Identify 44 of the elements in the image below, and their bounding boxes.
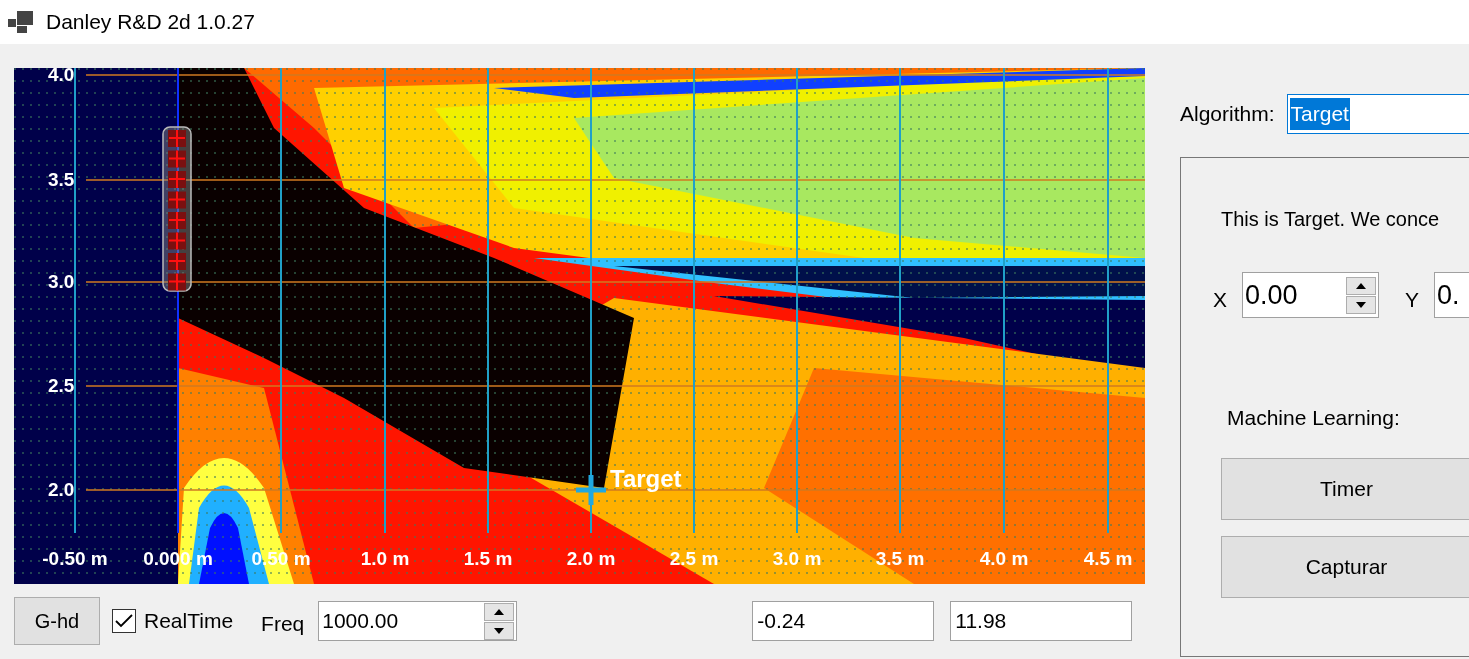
y-axis-label: 2.0 xyxy=(48,480,75,499)
spin-down-button[interactable] xyxy=(484,621,515,640)
g-hd-button[interactable]: G-hd xyxy=(14,597,100,645)
algorithm-field[interactable]: Target xyxy=(1286,94,1469,134)
x-axis-label: 2.5 m xyxy=(669,549,719,568)
x-axis-label: -0.50 m xyxy=(42,549,108,568)
coordinate-field[interactable]: -0.24 xyxy=(752,601,935,641)
action-button[interactable]: Timer xyxy=(1221,457,1469,520)
x-axis-label: 1.5 m xyxy=(463,549,513,568)
spin-down-button[interactable] xyxy=(1346,295,1376,314)
x-axis-label: 1.0 m xyxy=(360,549,410,568)
x-axis-label: 2.0 m xyxy=(566,549,616,568)
coordinate-field[interactable]: 11.98 xyxy=(950,601,1133,641)
machine-learning-label: Machine Learning: xyxy=(1227,405,1401,431)
realtime-checkbox[interactable]: RealTime xyxy=(112,605,234,637)
y-axis-label: 3.5 xyxy=(48,170,75,189)
algorithm-label: Algorithm: xyxy=(1180,101,1275,128)
up-arrow-icon xyxy=(494,608,505,615)
y-spinbox[interactable]: 0. xyxy=(1434,272,1469,318)
window-title: Danley R&D 2d 1.0.27 xyxy=(46,9,255,36)
x-spinbox[interactable]: 0.00 xyxy=(1242,272,1379,318)
spin-up-button[interactable] xyxy=(484,602,515,621)
spin-up-button[interactable] xyxy=(1346,276,1376,295)
freq-label: Freq xyxy=(261,611,305,638)
x-axis-label: 4.0 m xyxy=(979,549,1029,568)
action-button[interactable]: Capturar xyxy=(1221,535,1469,598)
y-axis-label: 2.5 xyxy=(48,376,75,395)
app-icon xyxy=(8,11,34,33)
down-arrow-icon xyxy=(1356,301,1366,308)
crosshair-icon xyxy=(576,475,606,505)
y-label: Y xyxy=(1405,287,1420,314)
x-axis-label: 3.5 m xyxy=(875,549,925,568)
checkmark-icon xyxy=(115,614,133,628)
up-arrow-icon xyxy=(1356,282,1366,289)
speaker-array-icon xyxy=(162,126,192,292)
description-text: This is Target. We conce xyxy=(1221,207,1441,232)
y-axis-label: 4.0 xyxy=(48,68,75,84)
freq-spinbox[interactable]: 1000.00 xyxy=(318,601,518,641)
down-arrow-icon xyxy=(494,627,505,634)
x-label: X xyxy=(1213,287,1227,314)
x-axis-label: 4.5 m xyxy=(1083,549,1133,568)
y-axis-label: 3.0 xyxy=(48,272,75,291)
target-label: Target xyxy=(610,467,682,491)
x-axis-label: 3.0 m xyxy=(772,549,822,568)
